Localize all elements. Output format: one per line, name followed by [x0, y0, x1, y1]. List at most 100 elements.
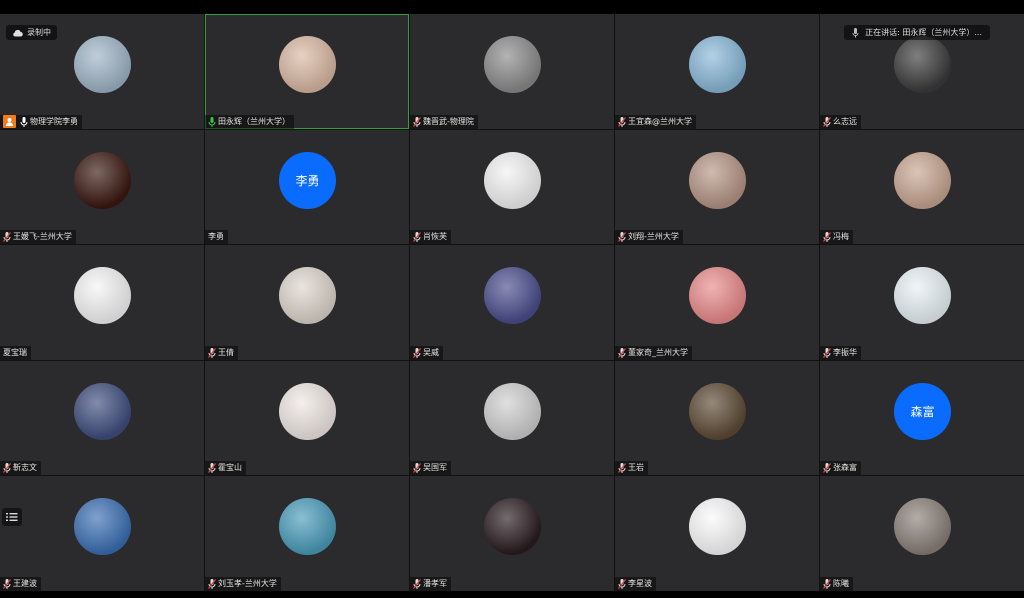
participant-name: 王倩 [218, 347, 234, 357]
participant-tile[interactable]: 王媛飞-兰州大学 [0, 129, 204, 245]
avatar-image [74, 498, 131, 556]
participant-tile[interactable]: 刘翔-兰州大学 [615, 129, 819, 245]
participant-tile[interactable]: 王宜森@兰州大学 [615, 14, 819, 129]
avatar-cartoon-glasses-boy [74, 382, 131, 440]
participant-nameplate: 物理学院李勇 [0, 114, 82, 129]
avatar-room-photo [894, 498, 951, 556]
avatar-baby-photo [689, 36, 746, 93]
participant-name: 田永辉（兰州大学） [218, 116, 290, 126]
participant-tile[interactable]: 王建波 [0, 476, 204, 591]
avatar-image [894, 498, 951, 556]
avatar-image [689, 267, 746, 325]
participant-tile[interactable]: 吴国军 [410, 360, 614, 476]
participant-tile[interactable]: 田永辉（兰州大学） [205, 14, 409, 129]
participant-name: 董家奇_兰州大学 [628, 347, 688, 357]
avatar-cartoon-bear [689, 267, 746, 325]
mic-muted-icon [413, 347, 421, 358]
participant-nameplate: 刘玉孝-兰州大学 [205, 576, 281, 591]
letter-avatar: 李勇 [279, 151, 336, 209]
mic-muted-icon [3, 232, 11, 243]
participant-name: 刘翔-兰州大学 [628, 232, 679, 242]
participant-nameplate: 李勇 [205, 230, 228, 245]
avatar-cartoon-doodle [484, 151, 541, 209]
avatar-image [279, 382, 336, 440]
avatar-lake-sky-photo [74, 498, 131, 556]
mic-muted-icon [618, 347, 626, 358]
avatar-image [279, 36, 336, 93]
active-speaker-label: 正在讲话: 田永辉（兰州大学）... [865, 28, 982, 37]
participant-tile[interactable]: 董家奇_兰州大学 [615, 245, 819, 360]
mic-muted-icon [208, 463, 216, 474]
avatar-girl-back-photo [279, 267, 336, 325]
mic-muted-icon [823, 116, 831, 127]
mic-muted-icon [823, 463, 831, 474]
participant-name: 王宜森@兰州大学 [628, 116, 692, 126]
avatar-image [279, 267, 336, 325]
participant-nameplate: 肖恢芙 [410, 230, 451, 245]
participant-nameplate: 么志远 [820, 114, 861, 129]
participant-nameplate: 刘翔-兰州大学 [615, 230, 683, 245]
participant-tile[interactable]: 森富张森富 [820, 360, 1024, 476]
participant-nameplate: 吴国军 [410, 461, 451, 476]
participant-tile[interactable]: 魏晋武-物理院 [410, 14, 614, 129]
participant-nameplate: 张森富 [820, 461, 861, 476]
participant-tile[interactable]: 李星波 [615, 476, 819, 591]
participant-tile[interactable]: 肖恢芙 [410, 129, 614, 245]
list-icon [6, 513, 18, 521]
participant-tile[interactable]: 王倩 [205, 245, 409, 360]
avatar-image [689, 36, 746, 93]
participant-name: 潘孝军 [423, 578, 447, 588]
participant-tile[interactable]: 冯梅 [820, 129, 1024, 245]
avatar-man-glasses-photo [894, 36, 951, 93]
mic-muted-icon [3, 578, 11, 589]
participant-list-button[interactable] [2, 508, 22, 526]
participant-nameplate: 潘孝军 [410, 576, 451, 591]
participant-tile[interactable]: 潘孝军 [410, 476, 614, 591]
participant-tile[interactable]: 李勇 李勇 [205, 129, 409, 245]
mic-muted-icon [208, 578, 216, 589]
participant-tile[interactable]: 王岩 [615, 360, 819, 476]
mic-icon [852, 27, 859, 37]
avatar-image [74, 267, 131, 325]
participant-tile[interactable]: 刘玉孝-兰州大学 [205, 476, 409, 591]
mic-muted-icon [208, 347, 216, 358]
recording-label: 录制中 [27, 28, 51, 37]
avatar-child-night-photo [484, 498, 541, 556]
participant-nameplate: 王媛飞-兰州大学 [0, 230, 76, 245]
avatar-image [894, 151, 951, 209]
mic-muted-icon [823, 347, 831, 358]
avatar-initials: 森富 [910, 404, 935, 419]
mic-muted-icon [413, 463, 421, 474]
avatar-image [689, 382, 746, 440]
participant-tile[interactable]: 霍宝山 [205, 360, 409, 476]
letter-avatar: 森富 [894, 382, 951, 440]
participant-nameplate: 王倩 [205, 345, 238, 360]
cloud-icon [13, 29, 23, 36]
mic-muted-icon [413, 116, 421, 127]
participant-tile[interactable]: 夏宝瑞 [0, 245, 204, 360]
participant-name: 肖恢芙 [423, 232, 447, 242]
participant-tile[interactable]: 靳志文 [0, 360, 204, 476]
participant-tile[interactable]: 陈曦 [820, 476, 1024, 591]
avatar-homer-cartoon [484, 267, 541, 325]
participant-name: 靳志文 [13, 463, 37, 473]
participant-nameplate: 王建波 [0, 576, 41, 591]
mic-muted-icon [618, 463, 626, 474]
participant-nameplate: 冯梅 [820, 230, 853, 245]
participant-tile[interactable]: 李振华 [820, 245, 1024, 360]
participant-name: 吴威 [423, 347, 439, 357]
avatar-tree-drawing [74, 267, 131, 325]
avatar-image [74, 36, 131, 93]
participant-tile[interactable]: 吴威 [410, 245, 614, 360]
participant-name: 霍宝山 [218, 463, 242, 473]
participant-name: 王建波 [13, 578, 37, 588]
recording-indicator[interactable]: 录制中 [6, 25, 57, 40]
participant-nameplate: 陈曦 [820, 576, 853, 591]
participant-name: 李振华 [833, 347, 857, 357]
avatar-image [484, 267, 541, 325]
mic-muted-icon [618, 116, 626, 127]
participant-name: 冯梅 [833, 232, 849, 242]
avatar-image [74, 151, 131, 209]
mic-muted-icon [618, 232, 626, 243]
participant-name: 张森富 [833, 463, 857, 473]
